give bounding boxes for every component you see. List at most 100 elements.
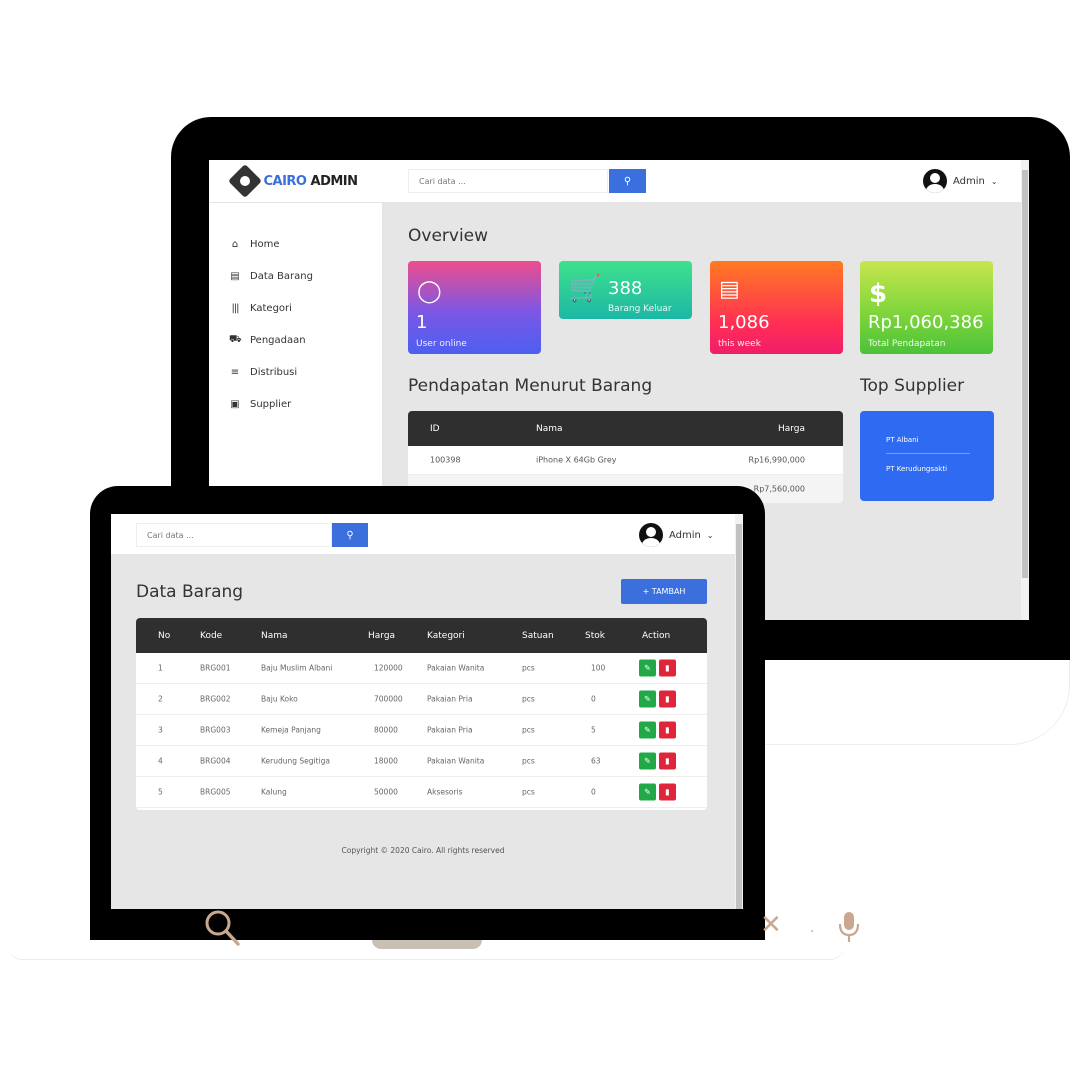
cell-no: 5 bbox=[158, 787, 163, 797]
stat-card-this-week[interactable]: ▤ 1,086 this week bbox=[710, 261, 843, 354]
trash-icon: ▮ bbox=[665, 787, 670, 797]
cell-stok: 100 bbox=[591, 663, 606, 673]
user-menu[interactable]: Admin ⌄ bbox=[923, 169, 998, 193]
cell-kode: BRG003 bbox=[200, 725, 231, 735]
sidebar-item-label: Supplier bbox=[250, 398, 292, 410]
table-header: ID Nama Harga bbox=[408, 411, 843, 446]
edit-button[interactable]: ✎ bbox=[639, 752, 656, 770]
cell-kategori: Pakaian Wanita bbox=[427, 756, 485, 766]
footer-copyright: Copyright © 2020 Cairo. All rights reser… bbox=[341, 846, 505, 855]
mic-icon[interactable] bbox=[837, 910, 861, 946]
table-row[interactable]: 100398 iPhone X 64Gb Grey Rp16,990,000 bbox=[408, 446, 843, 475]
search-button[interactable]: ⚲ bbox=[332, 523, 368, 547]
dollar-icon: $ bbox=[869, 279, 888, 309]
sidebar-item-pengadaan[interactable]: ⛟ Pengadaan bbox=[229, 324, 379, 356]
table-row[interactable]: 2 BRG002 Baju Koko 700000 Pakaian Pria pcs 0 ✎ ▮ bbox=[136, 684, 707, 715]
barcode-icon: ||| bbox=[231, 302, 239, 314]
stat-card-barang-keluar[interactable]: 🛒 388 Barang Keluar bbox=[559, 261, 692, 319]
sidebar-item-label: Pengadaan bbox=[250, 334, 306, 346]
topbar: Cari data ... ⚲ Admin ⌄ bbox=[382, 160, 1021, 203]
table-row[interactable]: 5 BRG005 Kalung 50000 Aksesoris pcs 0 ✎ ▮ bbox=[136, 777, 707, 808]
column-header-kategori: Kategori bbox=[427, 630, 465, 641]
user-icon: ◯ bbox=[417, 279, 442, 304]
edit-icon: ✎ bbox=[644, 694, 651, 704]
supplier-item[interactable]: PT Kerudungsakti bbox=[886, 465, 970, 482]
sidebar-nav: ⌂ Home ▤ Data Barang ||| Kategori ⛟ Peng… bbox=[229, 228, 379, 420]
stat-value: 388 bbox=[608, 278, 643, 299]
edit-icon: ✎ bbox=[644, 756, 651, 766]
edit-icon: ✎ bbox=[644, 663, 651, 673]
edit-button[interactable]: ✎ bbox=[639, 721, 656, 739]
stat-label: Total Pendapatan bbox=[868, 339, 946, 349]
cell-id: 100398 bbox=[430, 455, 461, 465]
laptop-screen: Cari data ... ⚲ Admin ⌄ Data Barang + TA… bbox=[111, 514, 743, 909]
cell-nama: iPhone X 64Gb Grey bbox=[536, 455, 617, 465]
brand-name: CAIRO ADMIN bbox=[263, 173, 358, 189]
column-header-nama: Nama bbox=[261, 630, 288, 641]
cell-kategori: Pakaian Wanita bbox=[427, 663, 485, 673]
delete-button[interactable]: ▮ bbox=[659, 752, 676, 770]
row-actions: ✎ ▮ bbox=[639, 690, 676, 708]
delete-button[interactable]: ▮ bbox=[659, 690, 676, 708]
close-icon[interactable]: ✕ bbox=[760, 910, 782, 940]
user-name: Admin bbox=[669, 529, 701, 541]
table-body: 1 BRG001 Baju Muslim Albani 120000 Pakaian W… bbox=[136, 653, 707, 808]
edit-icon: ✎ bbox=[644, 725, 651, 735]
cell-kode: BRG005 bbox=[200, 787, 231, 797]
sidebar-item-home[interactable]: ⌂ Home bbox=[229, 228, 379, 260]
delete-button[interactable]: ▮ bbox=[659, 659, 676, 677]
row-actions: ✎ ▮ bbox=[639, 721, 676, 739]
cell-stok: 0 bbox=[591, 787, 596, 797]
scrollbar[interactable] bbox=[1021, 160, 1029, 620]
search-input[interactable]: Cari data ... bbox=[408, 169, 608, 193]
scrollbar[interactable] bbox=[735, 514, 743, 909]
trash-icon: ▮ bbox=[665, 694, 670, 704]
user-name: Admin bbox=[953, 175, 985, 187]
search-icon[interactable] bbox=[202, 908, 242, 948]
table-row[interactable]: 1 BRG001 Baju Muslim Albani 120000 Pakaian W… bbox=[136, 653, 707, 684]
cell-stok: 0 bbox=[591, 694, 596, 704]
column-header-nama: Nama bbox=[536, 423, 563, 434]
cell-kode: BRG002 bbox=[200, 694, 231, 704]
edit-button[interactable]: ✎ bbox=[639, 659, 656, 677]
row-actions: ✎ ▮ bbox=[639, 659, 676, 677]
sidebar-item-label: Distribusi bbox=[250, 366, 298, 378]
sidebar-item-supplier[interactable]: ▣ Supplier bbox=[229, 388, 379, 420]
scrollbar-thumb[interactable] bbox=[1022, 170, 1028, 578]
cell-kode: BRG001 bbox=[200, 663, 231, 673]
cell-satuan: pcs bbox=[522, 756, 535, 766]
cell-kode: BRG004 bbox=[200, 756, 231, 766]
delete-button[interactable]: ▮ bbox=[659, 783, 676, 801]
search-button[interactable]: ⚲ bbox=[609, 169, 646, 193]
column-header-stok: Stok bbox=[585, 630, 605, 641]
brand-logo[interactable]: CAIRO ADMIN bbox=[209, 160, 382, 203]
table-row[interactable]: 4 BRG004 Kerudung Segitiga 18000 Pakaian Wan… bbox=[136, 746, 707, 777]
stat-card-user-online[interactable]: ◯ 1 User online bbox=[408, 261, 541, 354]
trash-icon: ▮ bbox=[665, 725, 670, 735]
stat-card-total-pendapatan[interactable]: $ Rp1,060,386 Total Pendapatan bbox=[860, 261, 993, 354]
search-input[interactable]: Cari data ... bbox=[136, 523, 332, 547]
sidebar-item-distribusi[interactable]: ≡ Distribusi bbox=[229, 356, 379, 388]
user-menu[interactable]: Admin ⌄ bbox=[639, 523, 714, 547]
top-supplier-title: Top Supplier bbox=[860, 376, 965, 396]
search-icon: ⚲ bbox=[623, 175, 632, 187]
laptop-notch bbox=[372, 940, 482, 949]
row-actions: ✎ ▮ bbox=[639, 752, 676, 770]
add-item-button[interactable]: + TAMBAH bbox=[621, 579, 707, 604]
stat-label: this week bbox=[718, 339, 761, 349]
data-barang-table: No Kode Nama Harga Kategori Satuan Stok … bbox=[136, 618, 707, 810]
edit-button[interactable]: ✎ bbox=[639, 783, 656, 801]
page-title: Data Barang bbox=[136, 582, 244, 602]
column-header-harga: Harga bbox=[777, 423, 805, 434]
edit-button[interactable]: ✎ bbox=[639, 690, 656, 708]
separator-dot: . bbox=[810, 920, 815, 936]
table-row[interactable]: 3 BRG003 Kemeja Panjang 80000 Pakaian Pria pc… bbox=[136, 715, 707, 746]
supplier-item[interactable]: PT Albani bbox=[886, 436, 970, 454]
delete-button[interactable]: ▮ bbox=[659, 721, 676, 739]
chevron-down-icon: ⌄ bbox=[706, 530, 714, 540]
scrollbar-thumb[interactable] bbox=[736, 524, 742, 909]
sidebar-item-data-barang[interactable]: ▤ Data Barang bbox=[229, 260, 379, 292]
briefcase-icon: ▣ bbox=[230, 398, 240, 410]
sidebar-item-kategori[interactable]: ||| Kategori bbox=[229, 292, 379, 324]
cell-nama: Baju Koko bbox=[261, 694, 298, 704]
